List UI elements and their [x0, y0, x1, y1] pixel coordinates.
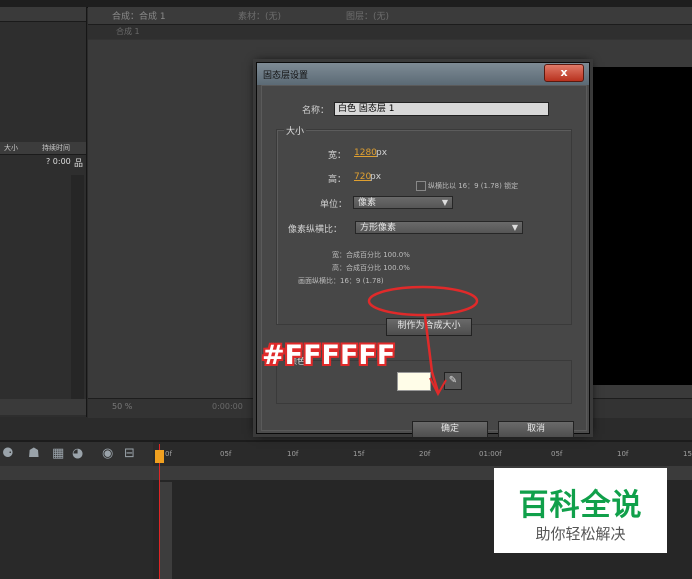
close-button[interactable]: x [544, 64, 584, 82]
work-area-bar[interactable] [160, 482, 172, 579]
flowchart-icon[interactable]: 品 [74, 156, 83, 169]
height-label: 高： [328, 175, 347, 185]
project-columns: 大小 持续时间 [0, 142, 86, 155]
tick-label: 10f [287, 450, 299, 458]
watermark: 百科全说 助你轻松解决 [494, 468, 667, 553]
project-row[interactable]: ? 0:00 品 [0, 156, 86, 169]
width-label: 宽： [328, 151, 347, 161]
width-unit: px [376, 148, 388, 158]
height-unit: px [370, 172, 382, 182]
row-duration: ? 0:00 [46, 157, 71, 166]
playhead[interactable] [159, 444, 160, 579]
dialog-title: 固态层设置 [263, 71, 309, 81]
hex-annotation: #FFFFFF [262, 340, 396, 371]
tick-label: 10f [617, 450, 629, 458]
size-section-title: 大小 [284, 124, 307, 137]
solid-settings-dialog: 固态层设置 x 名称： 白色 固态层 1 大小 宽： 1280 px 纵横比以 … [256, 62, 590, 438]
tick-label: 01:00f [479, 450, 502, 458]
timeline-tools: ⚈ ☗ ▦ ◕ ◉ ⊟ [0, 442, 153, 466]
lock-aspect-label[interactable]: 纵横比以 16：9 (1.78) 锁定 [428, 181, 518, 191]
layer-switches[interactable] [0, 466, 153, 480]
project-panel-header [0, 7, 86, 22]
name-input[interactable]: 白色 固态层 1 [334, 102, 549, 116]
time-ruler[interactable]: 0f 05f 10f 15f 20f 01:00f 05f 10f 15 [153, 442, 692, 466]
tab-layer[interactable]: 图层：(无) [346, 9, 389, 22]
chevron-down-icon: ▼ [511, 223, 518, 232]
dialog-body: 名称： 白色 固态层 1 大小 宽： 1280 px 纵横比以 16：9 (1.… [261, 85, 587, 438]
motion-blur-icon[interactable]: ◕ [72, 446, 83, 461]
tab-composition[interactable]: 合成：合成 1 [112, 9, 166, 22]
column-duration[interactable]: 持续时间 [42, 143, 70, 153]
name-label: 名称： [302, 106, 330, 116]
zoom-select[interactable]: 50 % [112, 402, 132, 411]
units-label: 单位： [320, 200, 348, 210]
eyedropper-icon[interactable]: ✎ [444, 372, 462, 390]
graph-editor-icon[interactable]: ⊟ [124, 446, 135, 461]
info-frame-aspect: 画面纵横比：16：9 (1.78) [298, 277, 384, 285]
composition-subtab: 合成 1 [88, 25, 692, 39]
column-size[interactable]: 大小 [4, 143, 18, 153]
ok-button[interactable]: 确定 [412, 421, 488, 438]
composition-canvas[interactable] [586, 67, 692, 385]
tick-label: 15f [353, 450, 365, 458]
pixel-aspect-value: 方形像素 [360, 223, 397, 233]
pixel-aspect-label: 像素纵横比： [288, 225, 343, 235]
dialog-titlebar[interactable]: 固态层设置 x [257, 63, 589, 85]
composition-tabs: 合成：合成 1 素材：(无) 图层：(无) [88, 7, 692, 25]
project-scrollbar[interactable] [71, 175, 84, 405]
project-panel: 大小 持续时间 ? 0:00 品 [0, 7, 87, 417]
units-select[interactable]: 像素 ▼ [353, 196, 453, 209]
tick-label: 05f [220, 450, 232, 458]
frame-blend-icon[interactable]: ▦ [52, 446, 64, 461]
tab-footage[interactable]: 素材：(无) [238, 9, 281, 22]
tick-label: 05f [551, 450, 563, 458]
tick-label: 15 [683, 450, 692, 458]
playhead-handle[interactable] [155, 450, 164, 463]
comp-name[interactable]: 合成 1 [116, 26, 140, 37]
height-value[interactable]: 720 [354, 172, 371, 182]
width-value[interactable]: 1280 [354, 148, 377, 158]
shy-icon[interactable]: ☗ [28, 446, 40, 461]
timecode[interactable]: 0:00:00 [212, 402, 243, 411]
lock-aspect-checkbox[interactable] [416, 181, 426, 191]
graph-icon[interactable]: ◉ [102, 446, 113, 461]
chevron-down-icon: ▼ [441, 198, 448, 207]
units-value: 像素 [358, 198, 377, 208]
watermark-title: 百科全说 [518, 488, 643, 523]
layer-list[interactable] [0, 480, 153, 579]
info-height: 高：合成百分比 100.0% [332, 264, 410, 272]
make-comp-size-button[interactable]: 制作为合成大小 [386, 318, 472, 336]
watermark-subtitle: 助你轻松解决 [535, 525, 626, 543]
info-width: 宽：合成百分比 100.0% [332, 251, 410, 259]
color-swatch[interactable] [397, 372, 431, 391]
solo-icon[interactable]: ⚈ [2, 446, 14, 461]
cancel-button[interactable]: 取消 [498, 421, 574, 438]
tick-label: 0f [165, 450, 172, 458]
pixel-aspect-select[interactable]: 方形像素 ▼ [355, 221, 523, 234]
tick-label: 20f [419, 450, 431, 458]
project-footer [0, 399, 86, 415]
